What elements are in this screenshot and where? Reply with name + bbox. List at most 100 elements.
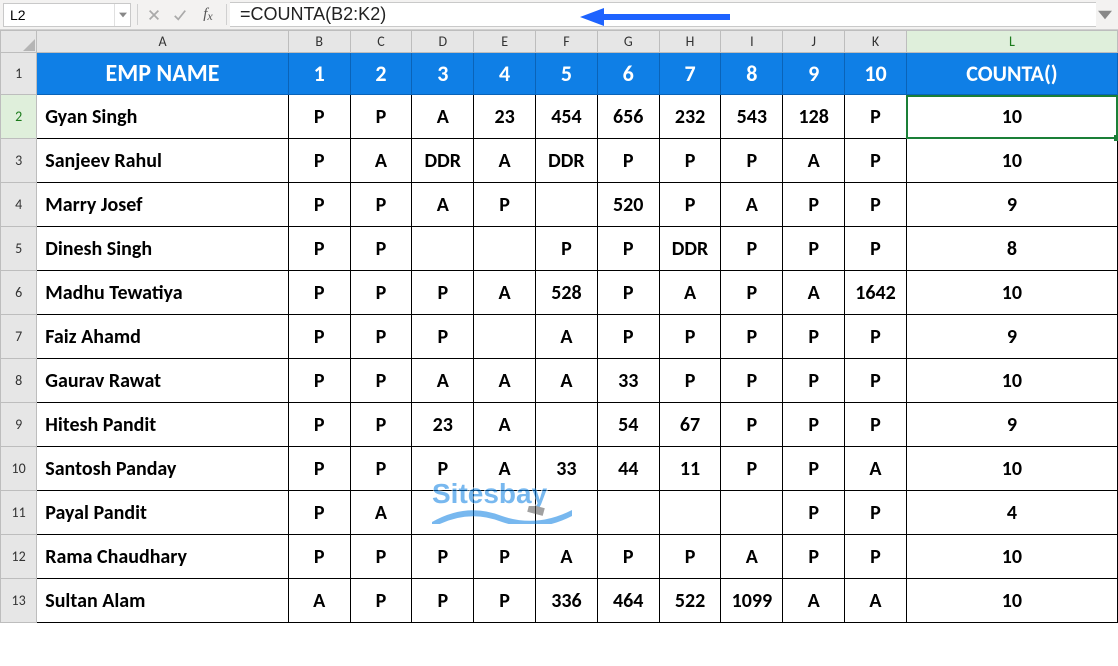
cell-counta-result[interactable]: 9 [906, 403, 1117, 447]
header-day-8[interactable]: 8 [721, 53, 783, 95]
row-header-5[interactable]: 5 [1, 227, 37, 271]
cell-day-2[interactable]: A [350, 139, 412, 183]
insert-function-button[interactable]: fx [193, 0, 223, 29]
cell-counta-result[interactable]: 10 [906, 95, 1117, 139]
cell-day-3[interactable]: P [412, 271, 474, 315]
cell-day-1[interactable]: P [288, 271, 350, 315]
cell-day-7[interactable]: 67 [659, 403, 721, 447]
cell-day-8[interactable]: P [721, 271, 783, 315]
column-header-L[interactable]: L [906, 31, 1117, 53]
cell-day-1[interactable]: P [288, 227, 350, 271]
cell-day-10[interactable]: P [845, 315, 907, 359]
cell-day-7[interactable]: DDR [659, 227, 721, 271]
header-counta[interactable]: COUNTA() [906, 53, 1117, 95]
name-box[interactable] [4, 7, 114, 23]
cell-day-2[interactable]: P [350, 227, 412, 271]
cell-emp-name[interactable]: Sultan Alam [37, 579, 289, 623]
cell-day-10[interactable]: P [845, 227, 907, 271]
cell-day-5[interactable]: 336 [536, 579, 598, 623]
cell-day-8[interactable]: 543 [721, 95, 783, 139]
cell-day-4[interactable]: P [474, 183, 536, 227]
cell-day-5[interactable]: A [536, 535, 598, 579]
cell-emp-name[interactable]: Madhu Tewatiya [37, 271, 289, 315]
cell-day-6[interactable]: P [597, 227, 659, 271]
row-header-12[interactable]: 12 [1, 535, 37, 579]
cell-day-5[interactable]: DDR [536, 139, 598, 183]
cell-day-1[interactable]: P [288, 359, 350, 403]
cell-day-8[interactable]: P [721, 315, 783, 359]
cell-day-6[interactable]: 44 [597, 447, 659, 491]
row-header-9[interactable]: 9 [1, 403, 37, 447]
cell-counta-result[interactable]: 10 [906, 535, 1117, 579]
expand-formula-bar-button[interactable] [1096, 0, 1114, 29]
cell-day-8[interactable]: A [721, 535, 783, 579]
cell-emp-name[interactable]: Gyan Singh [37, 95, 289, 139]
header-day-10[interactable]: 10 [845, 53, 907, 95]
header-day-5[interactable]: 5 [536, 53, 598, 95]
column-header-E[interactable]: E [474, 31, 536, 53]
cell-day-10[interactable]: P [845, 491, 907, 535]
row-header-13[interactable]: 13 [1, 579, 37, 623]
cell-day-6[interactable]: 54 [597, 403, 659, 447]
cell-day-7[interactable]: P [659, 315, 721, 359]
header-day-2[interactable]: 2 [350, 53, 412, 95]
row-header-10[interactable]: 10 [1, 447, 37, 491]
cell-day-9[interactable]: A [783, 139, 845, 183]
cell-emp-name[interactable]: Rama Chaudhary [37, 535, 289, 579]
header-day-3[interactable]: 3 [412, 53, 474, 95]
cell-day-8[interactable]: P [721, 447, 783, 491]
spreadsheet[interactable]: ABCDEFGHIJKL1EMP NAME12345678910COUNTA()… [0, 30, 1118, 623]
cell-day-5[interactable]: A [536, 359, 598, 403]
cell-day-4[interactable]: A [474, 139, 536, 183]
cell-day-7[interactable] [659, 491, 721, 535]
formula-input[interactable] [230, 2, 1096, 27]
cell-day-4[interactable] [474, 227, 536, 271]
cell-emp-name[interactable]: Dinesh Singh [37, 227, 289, 271]
cell-day-9[interactable]: A [783, 579, 845, 623]
cell-day-3[interactable]: P [412, 535, 474, 579]
cell-day-8[interactable]: A [721, 183, 783, 227]
cell-day-2[interactable]: P [350, 403, 412, 447]
cell-day-5[interactable]: 528 [536, 271, 598, 315]
column-header-D[interactable]: D [412, 31, 474, 53]
column-header-J[interactable]: J [783, 31, 845, 53]
cell-day-5[interactable] [536, 183, 598, 227]
cell-day-10[interactable]: P [845, 359, 907, 403]
cell-counta-result[interactable]: 10 [906, 447, 1117, 491]
cell-day-1[interactable]: P [288, 535, 350, 579]
cell-day-3[interactable]: A [412, 359, 474, 403]
cell-counta-result[interactable]: 4 [906, 491, 1117, 535]
row-header-4[interactable]: 4 [1, 183, 37, 227]
cell-day-3[interactable]: A [412, 95, 474, 139]
cell-day-7[interactable]: 232 [659, 95, 721, 139]
cell-day-2[interactable]: P [350, 315, 412, 359]
cell-counta-result[interactable]: 10 [906, 139, 1117, 183]
cell-day-7[interactable]: P [659, 359, 721, 403]
cell-counta-result[interactable]: 8 [906, 227, 1117, 271]
cell-day-6[interactable]: 656 [597, 95, 659, 139]
cell-day-4[interactable]: P [474, 579, 536, 623]
header-emp-name[interactable]: EMP NAME [37, 53, 289, 95]
cell-day-10[interactable]: P [845, 535, 907, 579]
column-header-F[interactable]: F [536, 31, 598, 53]
cell-day-3[interactable]: DDR [412, 139, 474, 183]
cell-day-8[interactable] [721, 491, 783, 535]
cell-day-9[interactable]: A [783, 271, 845, 315]
column-header-I[interactable]: I [721, 31, 783, 53]
cell-day-5[interactable]: 454 [536, 95, 598, 139]
cell-day-6[interactable]: P [597, 139, 659, 183]
cell-day-1[interactable]: P [288, 183, 350, 227]
cell-day-6[interactable]: 464 [597, 579, 659, 623]
cell-day-6[interactable]: P [597, 535, 659, 579]
cell-day-5[interactable]: A [536, 315, 598, 359]
cell-day-2[interactable]: P [350, 95, 412, 139]
cell-day-2[interactable]: P [350, 183, 412, 227]
column-header-G[interactable]: G [597, 31, 659, 53]
cell-day-9[interactable]: P [783, 447, 845, 491]
header-day-6[interactable]: 6 [597, 53, 659, 95]
cell-day-7[interactable]: P [659, 183, 721, 227]
cell-day-3[interactable]: P [412, 579, 474, 623]
cell-day-2[interactable]: P [350, 359, 412, 403]
cell-day-8[interactable]: P [721, 403, 783, 447]
cell-day-4[interactable]: P [474, 535, 536, 579]
